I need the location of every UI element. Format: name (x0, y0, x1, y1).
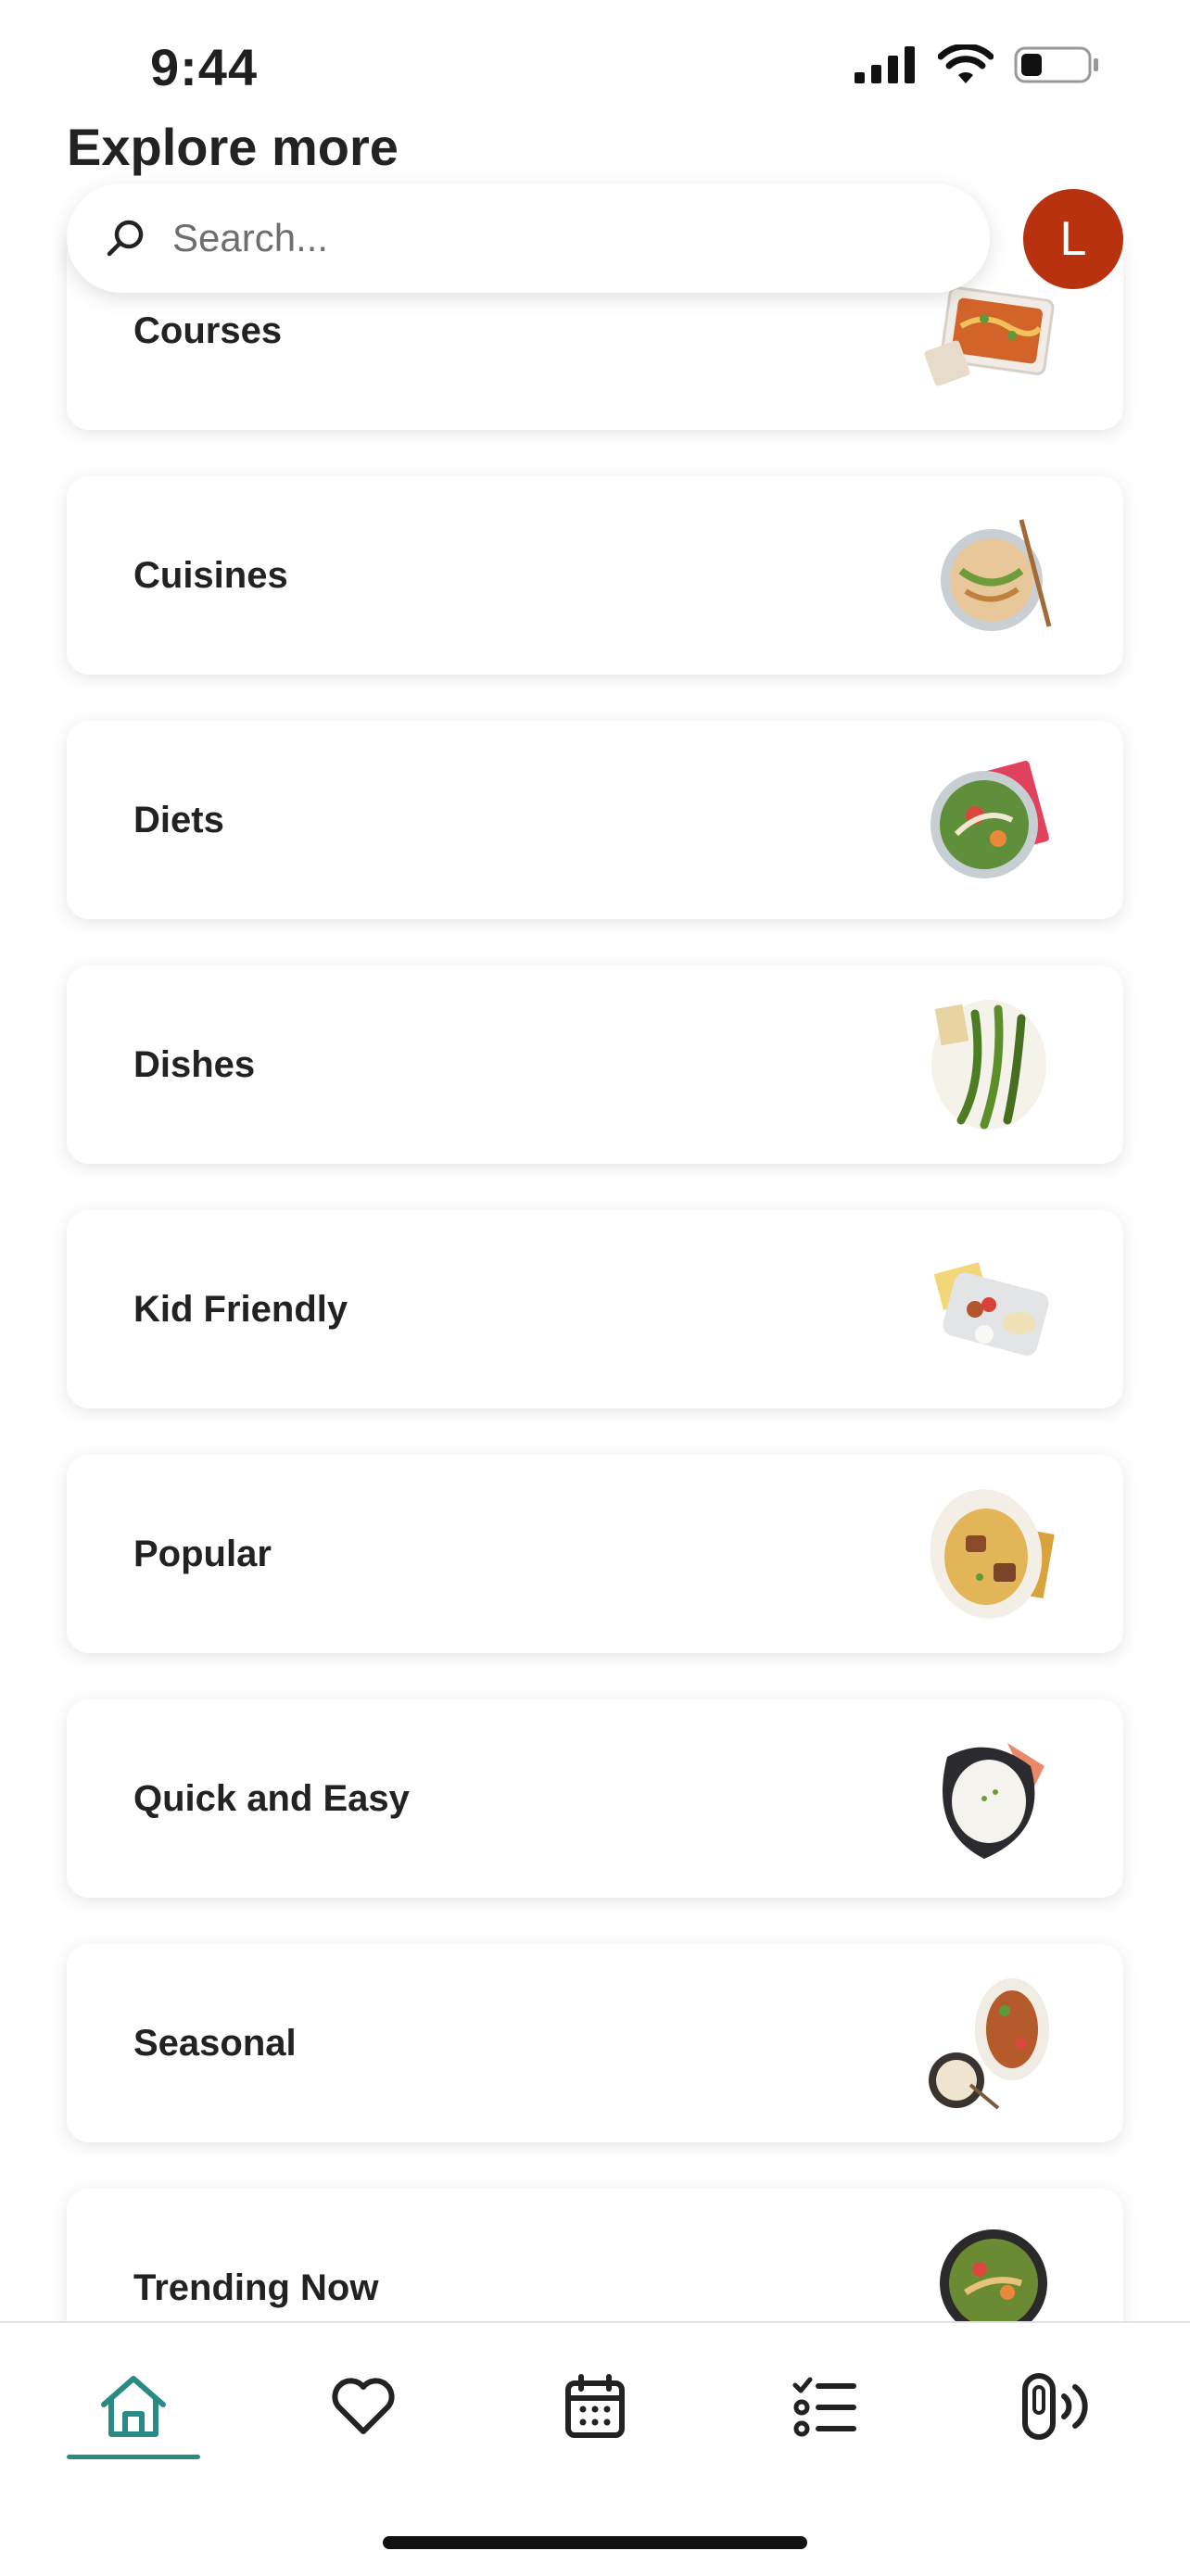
category-label: Kid Friendly (133, 1288, 348, 1330)
tab-shopping-list[interactable] (760, 2360, 890, 2453)
stirfry-bowl-image (940, 2229, 1047, 2321)
category-card-diets[interactable]: Diets (67, 721, 1123, 919)
home-icon (101, 2376, 166, 2437)
wifi-icon (938, 44, 994, 83)
category-list[interactable]: Courses Cuisines Diets Dishes Kid Friend… (0, 232, 1190, 2321)
pasta-plate-image (930, 1489, 1055, 1619)
active-tab-indicator (67, 2455, 200, 2459)
device-icon (1022, 2373, 1088, 2440)
page-title: Explore more (67, 118, 399, 176)
category-card-quick-and-easy[interactable]: Quick and Easy (67, 1699, 1123, 1898)
checklist-icon (792, 2377, 856, 2437)
tab-devices[interactable] (992, 2360, 1121, 2453)
category-card-trending-now[interactable]: Trending Now (67, 2189, 1123, 2321)
battery-icon (1014, 46, 1098, 83)
category-card-popular[interactable]: Popular (67, 1455, 1123, 1653)
tab-home[interactable] (69, 2360, 198, 2453)
category-label: Cuisines (133, 554, 288, 596)
category-label: Courses (133, 309, 283, 351)
category-card-dishes[interactable]: Dishes (67, 966, 1123, 1164)
search-input[interactable] (171, 215, 934, 261)
category-card-kid-friendly[interactable]: Kid Friendly (67, 1210, 1123, 1408)
roast-plate-image (929, 1978, 1049, 2110)
tab-favorites[interactable] (298, 2360, 428, 2453)
signal-icon (855, 46, 915, 83)
category-card-cuisines[interactable]: Cuisines (67, 476, 1123, 675)
tab-planner[interactable] (530, 2360, 660, 2453)
category-label: Diets (133, 799, 224, 840)
avatar-initial: L (1059, 212, 1087, 266)
heart-icon (332, 2378, 395, 2434)
status-time: 9:44 (150, 38, 259, 96)
salad-bowl-image (930, 760, 1049, 878)
avatar[interactable]: L (1023, 189, 1123, 289)
category-card-seasonal[interactable]: Seasonal (67, 1944, 1123, 2142)
category-label: Popular (133, 1533, 272, 1574)
status-icons (855, 44, 1101, 85)
kids-tray-image (933, 1262, 1049, 1356)
search-bar[interactable] (67, 183, 990, 293)
rice-bowl-image (943, 1743, 1044, 1859)
status-bar: 9:44 (0, 0, 1190, 130)
category-label: Quick and Easy (133, 1777, 410, 1819)
noodle-bowl-image (941, 519, 1052, 631)
calendar-icon (565, 2374, 625, 2438)
search-icon (107, 220, 144, 257)
home-indicator (383, 2536, 807, 2549)
category-label: Seasonal (133, 2022, 297, 2064)
category-label: Dishes (133, 1043, 256, 1085)
category-label: Trending Now (133, 2267, 379, 2308)
asparagus-plate-image (931, 1000, 1046, 1130)
